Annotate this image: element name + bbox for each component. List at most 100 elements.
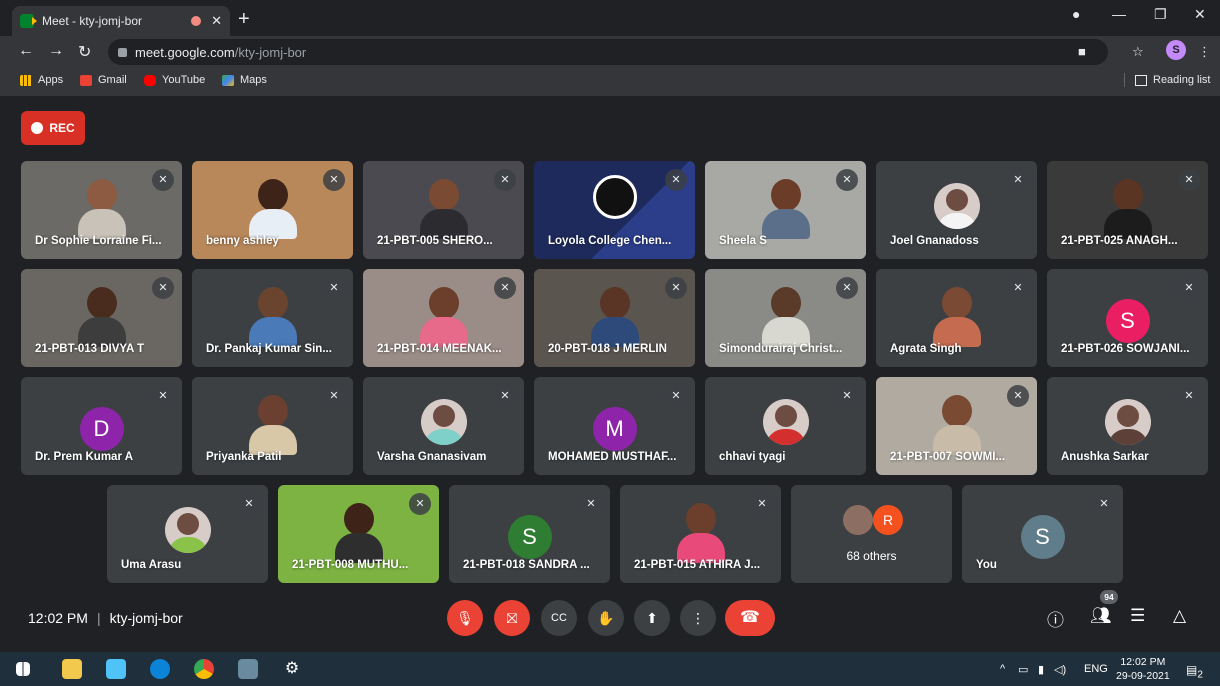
participant-tile[interactable]: 21-PBT-005 SHERO... ✕ bbox=[363, 161, 524, 259]
participant-tile[interactable]: 21-PBT-025 ANAGH... ✕ bbox=[1047, 161, 1208, 259]
tray-overflow-icon[interactable]: ^ bbox=[1000, 663, 1005, 675]
participant-figure bbox=[761, 179, 810, 239]
present-screen-button[interactable]: ⬆ bbox=[634, 600, 670, 636]
mic-tray-icon[interactable]: ▮ bbox=[1038, 663, 1044, 676]
participant-tile[interactable]: Agrata Singh ✕ bbox=[876, 269, 1037, 367]
browser-menu-icon[interactable]: ⋮ bbox=[1198, 44, 1211, 60]
participant-tile[interactable]: Sheela S ✕ bbox=[705, 161, 866, 259]
participant-tile[interactable]: 21-PBT-008 MUTHU... ✕ bbox=[278, 485, 439, 583]
participant-name: Sheela S bbox=[719, 235, 767, 247]
bookmark-gmail[interactable]: Gmail bbox=[80, 74, 127, 86]
raise-hand-button[interactable]: ✋ bbox=[588, 600, 624, 636]
mic-muted-icon: ✕ bbox=[751, 493, 773, 515]
reload-icon[interactable]: ↻ bbox=[78, 42, 91, 62]
participant-tile[interactable]: 21-PBT-015 ATHIRA J... ✕ bbox=[620, 485, 781, 583]
bookmark-youtube[interactable]: YouTube bbox=[144, 74, 205, 86]
new-tab-button[interactable]: + bbox=[238, 8, 250, 31]
mic-muted-icon: ✕ bbox=[494, 169, 516, 191]
participant-name: 21-PBT-007 SOWMI... bbox=[890, 451, 1006, 463]
captions-button[interactable]: CC bbox=[541, 600, 577, 636]
mic-muted-icon: ✕ bbox=[409, 493, 431, 515]
profile-avatar[interactable]: S bbox=[1166, 40, 1186, 60]
windows-start-icon[interactable] bbox=[16, 662, 30, 676]
bookmark-maps[interactable]: Maps bbox=[222, 74, 267, 86]
tab-close-icon[interactable]: ✕ bbox=[211, 13, 222, 29]
people-icon[interactable]: 👥︎ bbox=[1090, 606, 1112, 626]
volume-icon[interactable]: ◁) bbox=[1054, 663, 1066, 676]
participant-tile[interactable]: Anushka Sarkar ✕ bbox=[1047, 377, 1208, 475]
mic-muted-icon: ✕ bbox=[152, 169, 174, 191]
more-options-button[interactable]: ⋮ bbox=[680, 600, 716, 636]
participant-tile[interactable]: Loyola College Chen... ✕ bbox=[534, 161, 695, 259]
back-arrow-icon[interactable]: ← bbox=[18, 42, 34, 60]
chrome-icon[interactable] bbox=[194, 659, 214, 679]
participant-tile[interactable]: M MOHAMED MUSTHAF... ✕ bbox=[534, 377, 695, 475]
mic-off-button[interactable]: 🎙︎ bbox=[447, 600, 483, 636]
meeting-time: 12:02 PM bbox=[28, 610, 88, 626]
participant-tile[interactable]: chhavi tyagi ✕ bbox=[705, 377, 866, 475]
bookmarks-bar: Apps Gmail YouTube Maps bbox=[0, 68, 1220, 94]
participant-tile[interactable]: 21-PBT-013 DIVYA T ✕ bbox=[21, 269, 182, 367]
participant-tile[interactable]: 21-PBT-007 SOWMI... ✕ bbox=[876, 377, 1037, 475]
address-bar[interactable]: meet.google.com/kty-jomj-bor bbox=[108, 39, 1108, 65]
profile-photo bbox=[420, 399, 467, 445]
language-indicator[interactable]: ENG bbox=[1084, 663, 1108, 675]
file-explorer-icon[interactable] bbox=[62, 659, 82, 679]
participant-tile[interactable]: Dr Sophie Lorraine Fi... ✕ bbox=[21, 161, 182, 259]
edge-icon[interactable] bbox=[150, 659, 170, 679]
participant-tile[interactable]: 20-PBT-018 J MERLIN ✕ bbox=[534, 269, 695, 367]
participant-tile[interactable]: Simondurairaj Christ... ✕ bbox=[705, 269, 866, 367]
gmail-icon bbox=[80, 74, 92, 86]
tab-title: Meet - kty-jomj-bor bbox=[42, 14, 143, 28]
participant-name: 21-PBT-014 MEENAK... bbox=[377, 343, 502, 355]
chat-icon[interactable]: ☰ bbox=[1130, 606, 1145, 626]
participant-tile[interactable]: R 68 others bbox=[791, 485, 952, 583]
profile-photo bbox=[762, 399, 809, 445]
bookmark-star-icon[interactable]: ☆ bbox=[1132, 44, 1144, 60]
reading-list-button[interactable]: Reading list bbox=[1124, 73, 1210, 87]
profile-dropdown-icon[interactable]: ● bbox=[1072, 6, 1080, 22]
activities-icon[interactable]: △ bbox=[1173, 606, 1186, 626]
participant-figure bbox=[334, 503, 383, 563]
meeting-details-info-icon[interactable]: ⓘ bbox=[1047, 606, 1064, 631]
mic-muted-icon: ✕ bbox=[323, 277, 345, 299]
participant-tile[interactable]: Joel Gnanadoss ✕ bbox=[876, 161, 1037, 259]
lock-icon bbox=[118, 47, 127, 57]
rec-label: REC bbox=[49, 121, 75, 135]
reading-list-label: Reading list bbox=[1153, 74, 1211, 86]
bookmark-apps[interactable]: Apps bbox=[20, 74, 63, 86]
participant-tile[interactable]: benny ashley ✕ bbox=[192, 161, 353, 259]
leave-call-button[interactable]: ☎ bbox=[725, 600, 775, 636]
participant-tile[interactable]: Uma Arasu ✕ bbox=[107, 485, 268, 583]
settings-gear-icon[interactable]: ⚙ bbox=[282, 659, 302, 679]
participant-name: 21-PBT-013 DIVYA T bbox=[35, 343, 145, 355]
network-icon[interactable]: ▭ bbox=[1018, 663, 1028, 676]
participant-name: Anushka Sarkar bbox=[1061, 451, 1149, 463]
close-window-icon[interactable]: ✕ bbox=[1194, 6, 1206, 23]
meeting-controls-bar: 12:02 PM | kty-jomj-bor 🎙︎ ⛝ CC ✋ ⬆ ⋮ ☎ … bbox=[0, 590, 1220, 652]
notification-center-icon[interactable]: ▤2 bbox=[1186, 663, 1203, 680]
participant-avatar bbox=[843, 505, 873, 535]
participant-tile[interactable]: S You ✕ bbox=[962, 485, 1123, 583]
participant-tile[interactable]: 21-PBT-014 MEENAK... ✕ bbox=[363, 269, 524, 367]
tab-strip: Meet - kty-jomj-bor ✕ + ● — ❐ ✕ bbox=[0, 0, 1220, 36]
camera-in-use-icon[interactable]: ■ bbox=[1078, 44, 1086, 59]
browser-tab[interactable]: Meet - kty-jomj-bor ✕ bbox=[12, 6, 230, 36]
taskbar-clock[interactable]: 12:02 PM 29-09-2021 bbox=[1116, 655, 1170, 683]
participant-tile[interactable]: Priyanka Patil ✕ bbox=[192, 377, 353, 475]
chrome-profile-icon[interactable] bbox=[238, 659, 258, 679]
minimize-icon[interactable]: — bbox=[1112, 6, 1126, 22]
camera-off-button[interactable]: ⛝ bbox=[494, 600, 530, 636]
recording-badge[interactable]: REC bbox=[21, 111, 85, 145]
participant-tile[interactable]: S 21-PBT-018 SANDRA ... ✕ bbox=[449, 485, 610, 583]
restore-icon[interactable]: ❐ bbox=[1154, 6, 1167, 23]
reading-list-icon bbox=[1135, 74, 1147, 86]
forward-arrow-icon[interactable]: → bbox=[48, 42, 64, 60]
participant-tile[interactable]: Dr. Pankaj Kumar Sin... ✕ bbox=[192, 269, 353, 367]
mic-muted-icon: ✕ bbox=[1007, 385, 1029, 407]
participant-tile[interactable]: Varsha Gnanasivam ✕ bbox=[363, 377, 524, 475]
youtube-icon bbox=[144, 74, 156, 86]
participant-tile[interactable]: D Dr. Prem Kumar A ✕ bbox=[21, 377, 182, 475]
participant-tile[interactable]: S 21-PBT-026 SOWJANI... ✕ bbox=[1047, 269, 1208, 367]
app-icon[interactable] bbox=[106, 659, 126, 679]
